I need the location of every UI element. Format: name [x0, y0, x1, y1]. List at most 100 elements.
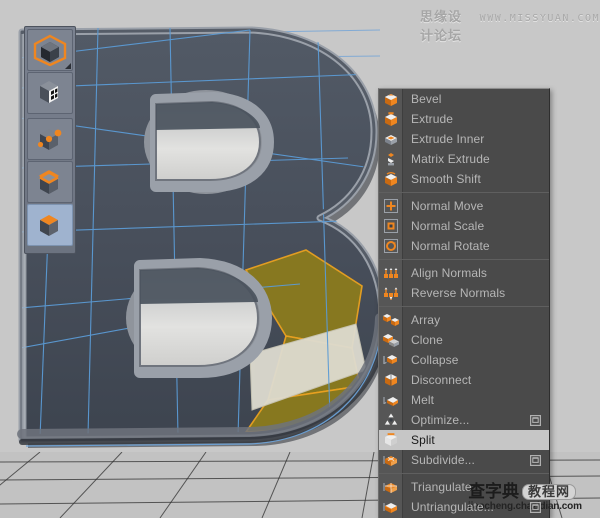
watermark-top-cn: 思缘设计论坛 — [420, 9, 463, 43]
toolbar-item-points-mode[interactable] — [27, 118, 73, 160]
menu-item-dialog-indicator[interactable] — [525, 501, 549, 513]
triangulate-icon — [382, 483, 397, 493]
smooth-shift-icon — [379, 169, 402, 189]
menu-item-label: Triangulate — [411, 480, 472, 494]
reverse-normals-icon — [379, 283, 402, 303]
cube-polygons-icon — [40, 215, 58, 236]
matrix-extrude-icon — [379, 149, 402, 169]
extrude-inner-icon — [384, 135, 397, 145]
menu-item-label: Normal Rotate — [411, 239, 490, 253]
menu-item-matrix-extrude[interactable]: Matrix Extrude — [379, 149, 549, 169]
menu-item-label: Reverse Normals — [411, 286, 506, 300]
menu-item-split[interactable]: Split — [379, 430, 549, 450]
align-normals-icon — [383, 268, 398, 278]
menu-item-bevel[interactable]: Bevel — [379, 89, 549, 109]
menu-item-label: Optimize... — [411, 413, 470, 427]
menu-item-untriangulate[interactable]: Untriangulate... — [379, 497, 549, 517]
extrude-icon — [379, 109, 402, 129]
menu-item-label: Disconnect — [411, 373, 472, 387]
menu-item-label: Matrix Extrude — [411, 152, 490, 166]
menu-item-label: Untriangulate... — [411, 500, 494, 514]
menu-item-label: Collapse — [411, 353, 459, 367]
menu-item-label: Smooth Shift — [411, 172, 481, 186]
align-normals-icon — [379, 263, 402, 283]
menu-item-normal-rotate[interactable]: Normal Rotate — [379, 236, 549, 256]
screenshot-root: Bevel Extrude Extrude Inner Matrix Extrude S… — [0, 0, 600, 518]
toolbar-group-2 — [27, 118, 73, 246]
extrude-icon — [384, 112, 397, 126]
normal-scale-icon — [379, 216, 402, 236]
mode-toolbar[interactable] — [24, 26, 76, 254]
menu-item-dialog-indicator[interactable] — [525, 414, 549, 426]
toolbar-item-texture-mode[interactable] — [27, 72, 73, 114]
split-icon — [379, 430, 402, 450]
array-icon — [379, 310, 402, 330]
menu-item-align-normals[interactable]: Align Normals — [379, 263, 549, 283]
menu-item-extrude-inner[interactable]: Extrude Inner — [379, 129, 549, 149]
menu-item-label: Normal Move — [411, 199, 484, 213]
normal-scale-icon — [383, 219, 398, 233]
mesh-commands-menu[interactable]: Bevel Extrude Extrude Inner Matrix Extrude S… — [378, 88, 550, 518]
collapse-icon — [382, 355, 397, 365]
normal-rotate-icon — [383, 239, 398, 253]
menu-separator — [379, 192, 549, 193]
menu-item-label: Extrude — [411, 112, 454, 126]
cube-edges-icon — [39, 170, 59, 194]
optimize-icon — [384, 413, 397, 425]
melt-icon — [379, 390, 402, 410]
menu-item-label: Array — [411, 313, 441, 327]
collapse-icon — [379, 350, 402, 370]
3d-viewport[interactable]: Bevel Extrude Extrude Inner Matrix Extrude S… — [0, 0, 600, 518]
toolbar-item-model-mode[interactable] — [27, 29, 73, 71]
menu-item-dialog-indicator[interactable] — [525, 454, 549, 466]
untriangulate-icon — [379, 497, 402, 517]
clone-icon — [382, 334, 399, 347]
dialog-box-icon — [529, 454, 541, 466]
clone-icon — [379, 330, 402, 350]
menu-item-optimize[interactable]: Optimize... — [379, 410, 549, 430]
dialog-box-icon — [529, 414, 541, 426]
cube-texture-icon — [40, 81, 58, 103]
normal-move-icon — [383, 199, 398, 213]
toolbar-item-edges-mode[interactable] — [27, 161, 73, 203]
menu-item-smooth-shift[interactable]: Smooth Shift — [379, 169, 549, 189]
menu-item-disconnect[interactable]: Disconnect — [379, 370, 549, 390]
menu-item-collapse[interactable]: Collapse — [379, 350, 549, 370]
menu-item-melt[interactable]: Melt — [379, 390, 549, 410]
cube-outline-icon — [33, 34, 67, 66]
optimize-icon — [379, 410, 402, 430]
toolbar-flyout-corner — [65, 63, 71, 69]
extrude-inner-icon — [379, 129, 402, 149]
split-icon — [384, 433, 397, 446]
triangulate-icon — [379, 477, 402, 497]
watermark-top-url: WWW.MISSYUAN.COM — [479, 13, 600, 24]
menu-item-label: Subdivide... — [411, 453, 475, 467]
menu-separator — [379, 306, 549, 307]
menu-item-label: Normal Scale — [411, 219, 485, 233]
untriangulate-icon — [382, 503, 397, 513]
menu-item-normal-scale[interactable]: Normal Scale — [379, 216, 549, 236]
toolbar-item-polygons-mode[interactable] — [27, 204, 73, 246]
toolbar-group-1 — [27, 29, 73, 114]
menu-item-clone[interactable]: Clone — [379, 330, 549, 350]
normal-move-icon — [379, 196, 402, 216]
menu-item-list: Bevel Extrude Extrude Inner Matrix Extrude S… — [379, 89, 549, 517]
menu-item-label: Extrude Inner — [411, 132, 485, 146]
menu-item-normal-move[interactable]: Normal Move — [379, 196, 549, 216]
menu-item-subdivide[interactable]: Subdivide... — [379, 450, 549, 470]
menu-item-array[interactable]: Array — [379, 310, 549, 330]
menu-item-label: Clone — [411, 333, 443, 347]
menu-item-triangulate[interactable]: Triangulate — [379, 477, 549, 497]
array-icon — [382, 314, 399, 326]
menu-item-reverse-normals[interactable]: Reverse Normals — [379, 283, 549, 303]
subdivide-icon — [379, 450, 402, 470]
watermark-top: 思缘设计论坛 WWW.MISSYUAN.COM — [420, 6, 600, 44]
normal-rotate-icon — [379, 236, 402, 256]
subdivide-icon — [382, 456, 397, 466]
melt-icon — [382, 397, 398, 406]
menu-item-label: Align Normals — [411, 266, 487, 280]
menu-item-extrude[interactable]: Extrude — [379, 109, 549, 129]
menu-separator — [379, 473, 549, 474]
dialog-box-icon — [529, 501, 541, 513]
menu-item-label: Bevel — [411, 92, 442, 106]
